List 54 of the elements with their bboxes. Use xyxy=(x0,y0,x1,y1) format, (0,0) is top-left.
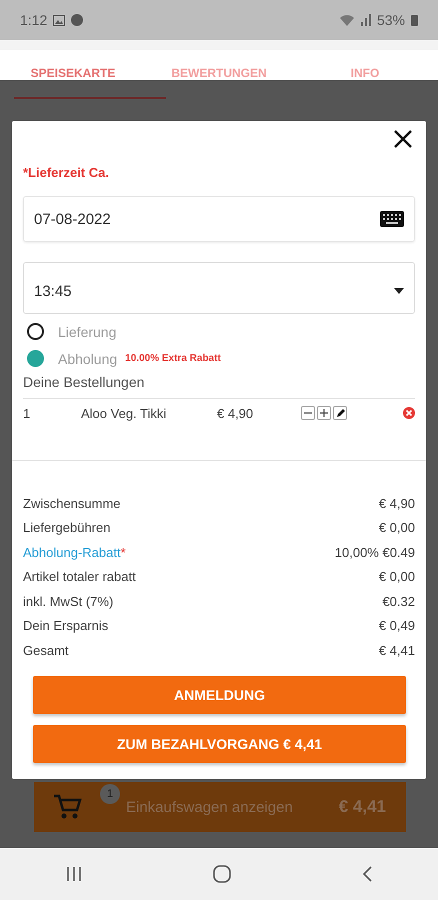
plus-icon xyxy=(320,409,328,417)
summary-value: €0.32 xyxy=(382,594,415,609)
tab[interactable]: BEWERTUNGEN xyxy=(146,66,292,80)
cart-total: € 4,41 xyxy=(338,797,386,817)
summary-label: Liefergebühren xyxy=(23,520,110,536)
summary-value: 10,00% €0.49 xyxy=(334,544,415,560)
summary-label: Artikel totaler rabatt xyxy=(23,569,136,584)
pencil-icon xyxy=(336,408,344,418)
signal-icon xyxy=(360,14,371,26)
back-icon[interactable] xyxy=(362,866,372,882)
order-item-price: € 4,90 xyxy=(217,406,254,420)
radio-button[interactable] xyxy=(27,323,44,340)
summary-label: inkl. MwSt (7%) xyxy=(23,594,114,609)
remove-icon[interactable] xyxy=(403,407,415,419)
keyboard-icon xyxy=(380,211,404,227)
cart-icon xyxy=(54,794,82,820)
summary-value: € 0,49 xyxy=(378,618,415,634)
battery-icon xyxy=(411,14,418,26)
login-button[interactable]: ANMELDUNG xyxy=(33,676,406,714)
circle-icon xyxy=(71,14,84,26)
minus-button[interactable] xyxy=(301,406,315,420)
tab[interactable]: INFO xyxy=(292,66,438,80)
discount-link[interactable]: Abholung-Rabatt* xyxy=(23,544,126,560)
summary-label: Dein Ersparnis xyxy=(23,618,108,634)
recent-apps-icon[interactable] xyxy=(66,867,82,881)
cart-count-badge: 1 xyxy=(100,784,120,804)
date-field[interactable]: 07-08-2022 xyxy=(23,196,415,242)
field-label: *Lieferzeit Ca. xyxy=(23,165,110,180)
status-time: 1:12 xyxy=(20,12,48,28)
order-quantity: 1 xyxy=(23,406,32,420)
image-icon xyxy=(53,14,66,26)
radio-button[interactable] xyxy=(27,350,44,367)
cart-label: Einkaufswagen anzeigen xyxy=(126,798,294,816)
summary-value: € 0,00 xyxy=(378,569,415,584)
cart-bar[interactable]: 1 Einkaufswagen anzeigen € 4,41 xyxy=(34,782,406,832)
edit-button[interactable] xyxy=(333,406,347,420)
caret-icon xyxy=(394,288,404,294)
summary-value: € 0,00 xyxy=(378,520,415,536)
summary-label: Gesamt xyxy=(23,642,69,658)
order-item-name: Aloo Veg. Tikki xyxy=(81,406,168,420)
wifi-icon xyxy=(338,14,355,26)
home-icon[interactable] xyxy=(212,865,231,883)
discount-note: 10.00% Extra Rabatt xyxy=(125,353,221,364)
tab[interactable]: SPEISEKARTE xyxy=(0,66,146,80)
battery-level: 53% xyxy=(376,12,405,28)
option-label: Abholung xyxy=(58,350,118,366)
option-label: Lieferung xyxy=(58,324,116,340)
summary-value: € 4,90 xyxy=(378,496,415,511)
summary-label: Zwischensumme xyxy=(23,496,121,511)
checkout-button[interactable]: ZUM BEZAHLVORGANG € 4,41 xyxy=(33,724,406,762)
time-select[interactable]: 13:45 xyxy=(23,262,415,314)
plus-button[interactable] xyxy=(317,406,331,420)
summary-value: € 4,41 xyxy=(378,642,415,658)
section-heading: Deine Bestellungen xyxy=(23,374,415,399)
